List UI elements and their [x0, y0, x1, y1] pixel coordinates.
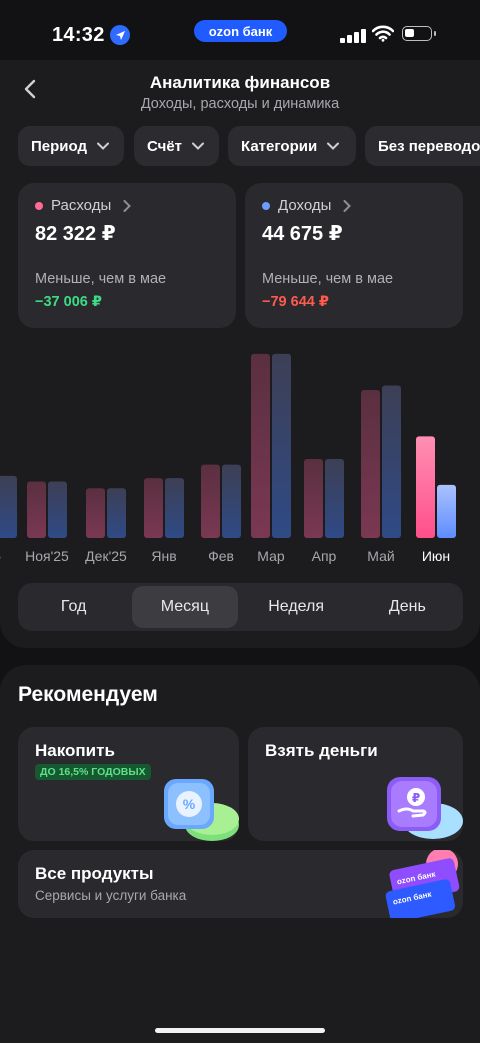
bank-cards-icon: ozon банк ozon банк [385, 850, 460, 918]
expense-bar[interactable] [27, 481, 46, 538]
filter-account[interactable]: Счёт [134, 126, 219, 166]
chevron-down-icon [192, 142, 205, 150]
income-card[interactable]: Доходы 44 675 ₽ Меньше, чем в мае −79 64… [245, 183, 463, 328]
period-tabs: Год Месяц Неделя День [18, 583, 463, 631]
filter-period[interactable]: Период [18, 126, 124, 166]
x-axis-label: Янв [151, 548, 176, 564]
income-delta: −79 644 ₽ [262, 294, 329, 310]
income-dot-icon [262, 201, 270, 210]
tab-month[interactable]: Месяц [132, 586, 238, 628]
income-bar[interactable] [382, 385, 401, 538]
expenses-label: Расходы [51, 197, 112, 214]
status-time: 14:32 [52, 24, 105, 46]
income-bar[interactable] [107, 488, 126, 538]
x-axis-label: Июн [422, 548, 450, 564]
expense-bar[interactable] [251, 353, 270, 538]
brand-pill: ozon банк [194, 20, 287, 42]
filter-label: Счёт [147, 137, 183, 155]
x-axis-label: Фев [208, 548, 234, 564]
expense-bar[interactable] [361, 390, 380, 538]
x-axis-label: Ноя'25 [25, 548, 69, 564]
recommend-title: Рекомендуем [18, 683, 158, 706]
save-title: Накопить [35, 741, 115, 760]
income-note: Меньше, чем в мае [262, 271, 394, 287]
save-card[interactable]: Накопить ДО 16,5% ГОДОВЫХ % [18, 727, 239, 841]
x-axis-label: Май [367, 548, 394, 564]
cellular-signal-icon [340, 27, 366, 43]
income-bar[interactable] [325, 458, 344, 538]
filter-label: Период [31, 137, 87, 155]
expense-bar[interactable] [304, 458, 323, 538]
borrow-title: Взять деньги [265, 741, 378, 760]
page-title: Аналитика финансов [149, 73, 331, 92]
battery-icon [402, 26, 436, 41]
expenses-dot-icon [35, 201, 43, 210]
expense-bar[interactable] [416, 436, 435, 538]
all-products-card[interactable]: Все продукты Сервисы и услуги банка ozon… [18, 850, 463, 918]
ruble-hand-icon: ₽ [387, 777, 463, 839]
chevron-down-icon [97, 142, 109, 150]
income-amount: 44 675 ₽ [262, 223, 343, 245]
x-axis-label: Мар [257, 548, 285, 564]
expenses-card[interactable]: Расходы 82 322 ₽ Меньше, чем в мае −37 0… [18, 183, 236, 328]
income-bar[interactable] [437, 484, 456, 538]
filter-label: Без переводов [378, 137, 480, 155]
filter-categories[interactable]: Категории [228, 126, 356, 166]
chevron-down-icon [327, 142, 340, 150]
filter-no-transfers[interactable]: Без переводов [365, 126, 480, 166]
income-bar[interactable] [0, 475, 17, 538]
expense-bar[interactable] [144, 478, 163, 538]
location-icon [110, 25, 130, 45]
tab-year[interactable]: Год [21, 586, 126, 628]
all-products-title: Все продукты [35, 864, 154, 883]
rate-badge: ДО 16,5% ГОДОВЫХ [35, 764, 151, 780]
svg-text:₽: ₽ [412, 791, 420, 805]
borrow-card[interactable]: Взять деньги ₽ [248, 727, 463, 841]
chevron-right-icon [123, 199, 132, 212]
chevron-right-icon [343, 199, 352, 212]
svg-text:%: % [183, 796, 196, 812]
all-products-subtitle: Сервисы и услуги банка [35, 888, 187, 903]
income-bar[interactable] [165, 478, 184, 538]
filter-label: Категории [241, 137, 318, 155]
x-axis-label: Апр [312, 548, 337, 564]
income-expense-bar-chart[interactable]: 5 Ноя'25 Дек'25 Янв Фев Мар Апр Май Июн [0, 335, 480, 575]
income-label: Доходы [278, 197, 332, 214]
tab-day[interactable]: День [355, 586, 460, 628]
expenses-delta: −37 006 ₽ [35, 294, 102, 310]
expense-bar[interactable] [201, 464, 220, 538]
wifi-icon [372, 25, 394, 42]
income-bar[interactable] [272, 353, 291, 538]
expenses-amount: 82 322 ₽ [35, 223, 116, 245]
income-bar[interactable] [222, 464, 241, 538]
expense-bar[interactable] [86, 488, 105, 538]
home-indicator [155, 1028, 325, 1033]
tab-week[interactable]: Неделя [244, 586, 349, 628]
expenses-note: Меньше, чем в мае [35, 271, 167, 287]
income-bar[interactable] [48, 481, 67, 538]
x-axis-label: Дек'25 [85, 548, 127, 564]
x-axis-label: 5 [0, 548, 1, 564]
percent-coin-icon: % [164, 779, 239, 841]
page-subtitle: Доходы, расходы и динамика [140, 96, 340, 112]
